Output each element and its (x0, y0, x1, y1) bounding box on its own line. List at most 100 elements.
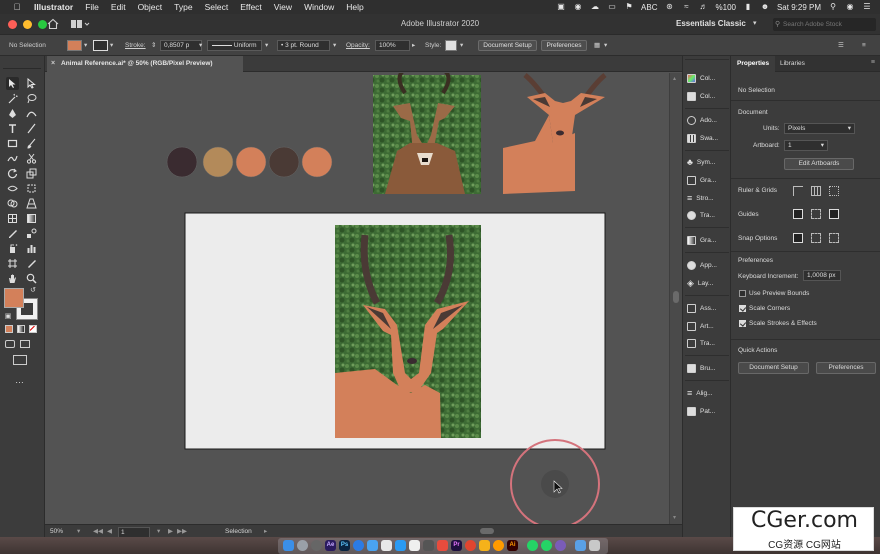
quick-action-document-setup-button[interactable]: Document Setup (738, 362, 809, 374)
after-effects-app-icon[interactable]: Ae (325, 540, 336, 551)
keyboard-increment-input[interactable]: 1,0008 px (803, 270, 841, 281)
zoom-tool-icon[interactable] (25, 272, 38, 285)
free-transform-tool-icon[interactable] (25, 182, 38, 195)
photos-app-icon[interactable] (409, 540, 420, 551)
change-screen-mode-icon[interactable] (13, 355, 27, 365)
chevron-down-icon[interactable]: ▾ (753, 19, 757, 27)
eyedropper-tool-icon[interactable] (6, 227, 19, 240)
scale-corners-checkbox[interactable]: Scale Corners (739, 305, 790, 312)
reference-photo[interactable] (373, 73, 481, 194)
variable-width-profile[interactable]: Uniform (207, 40, 262, 51)
downloads-folder-icon[interactable] (575, 540, 586, 551)
snap-to-point-icon[interactable] (793, 233, 803, 243)
show-guides-icon[interactable] (793, 209, 803, 219)
volume-icon[interactable]: ♬ (699, 3, 709, 11)
panel-adobe-color[interactable]: Ado... (687, 113, 717, 127)
chevron-down-icon[interactable]: ▾ (460, 40, 463, 51)
document-setup-button[interactable]: Document Setup (478, 40, 537, 51)
palette-swatch[interactable] (235, 146, 267, 178)
gradient-mode-icon[interactable] (17, 325, 25, 333)
column-graph-tool-icon[interactable] (25, 242, 38, 255)
chevron-right-icon[interactable]: ▸ (412, 40, 415, 51)
menu-view[interactable]: View (268, 2, 298, 12)
panel-align[interactable]: ≡ Alig... (687, 386, 713, 400)
none-mode-icon[interactable] (29, 325, 37, 333)
brush-definition[interactable]: • 3 pt. Round (277, 40, 330, 51)
panel-pathfinder[interactable]: Pat... (687, 404, 715, 418)
safari-app-icon[interactable] (353, 540, 364, 551)
draw-mode-icon[interactable] (5, 340, 15, 348)
chevron-down-icon[interactable]: ▾ (199, 40, 202, 51)
menu-type[interactable]: Type (168, 2, 198, 12)
mesh-tool-icon[interactable] (6, 212, 19, 225)
artboard-tool-icon[interactable] (6, 257, 19, 270)
minimize-window-button[interactable] (23, 20, 32, 29)
workspace-switcher[interactable]: Essentials Classic (676, 19, 746, 28)
panel-graphic-styles[interactable]: Gra... (687, 173, 716, 187)
next-artboard-icon[interactable]: ▶ (168, 527, 173, 536)
opacity-label[interactable]: Opacity: (346, 40, 370, 51)
control-panel-settings-icon[interactable]: ☰ (838, 40, 844, 51)
tab-properties[interactable]: Properties (731, 56, 776, 72)
menu-edit[interactable]: Edit (105, 2, 132, 12)
preferences-button[interactable]: Preferences (541, 40, 587, 51)
swap-fill-stroke-icon[interactable]: ↺ (28, 285, 38, 295)
lock-guides-icon[interactable] (811, 209, 821, 219)
creative-cloud-icon[interactable]: ☁ (590, 3, 600, 11)
graphic-style-swatch[interactable] (445, 40, 457, 51)
line-segment-tool-icon[interactable] (25, 122, 38, 135)
whatsapp-app-icon[interactable] (527, 540, 538, 551)
siri-icon[interactable]: ◉ (845, 3, 855, 11)
panel-asset-export[interactable]: Ass... (687, 301, 716, 315)
vector-impala-sketch[interactable] (503, 73, 607, 194)
color-mode-icon[interactable] (5, 325, 13, 333)
panel-artboards[interactable]: Art... (687, 319, 714, 333)
stroke-label[interactable]: Stroke: (125, 40, 146, 51)
opacity-input[interactable]: 100% (375, 40, 410, 51)
control-panel-menu-icon[interactable]: ≡ (862, 40, 866, 51)
app-icon[interactable] (479, 540, 490, 551)
panel-symbols[interactable]: ♣ Sym... (687, 155, 715, 169)
panel-color[interactable]: Col... (687, 71, 715, 85)
chevron-down-icon[interactable]: ▾ (333, 40, 336, 51)
vertical-scrollbar[interactable]: ▴ ▾ (669, 73, 682, 524)
panel-grip[interactable] (3, 59, 41, 69)
panel-menu-icon[interactable]: ≡ (871, 59, 875, 66)
direct-selection-tool-icon[interactable] (25, 77, 38, 90)
chevron-down-icon[interactable]: ▾ (265, 40, 268, 51)
app-icon[interactable] (493, 540, 504, 551)
spotlight-search-icon[interactable]: ⚲ (828, 3, 838, 11)
smart-guides-icon[interactable] (829, 209, 839, 219)
gradient-tool-icon[interactable] (25, 212, 38, 225)
artboard-select[interactable]: 1 ▾ (784, 140, 828, 151)
slice-tool-icon[interactable] (25, 257, 38, 270)
input-source-label[interactable]: ABC (641, 3, 657, 12)
bluetooth-icon[interactable]: ⊛ (665, 3, 675, 11)
snap-to-grid-icon[interactable] (811, 233, 821, 243)
status-menu-icon[interactable]: ▸ (264, 527, 267, 536)
premiere-app-icon[interactable]: Pr (451, 540, 462, 551)
scroll-down-icon[interactable]: ▾ (673, 514, 676, 521)
blend-tool-icon[interactable] (25, 227, 38, 240)
rectangle-tool-icon[interactable] (6, 137, 19, 150)
app-store-app-icon[interactable] (395, 540, 406, 551)
hand-tool-icon[interactable] (6, 272, 19, 285)
tab-libraries[interactable]: Libraries (774, 56, 811, 72)
apple-menu-icon[interactable]:  (10, 2, 24, 12)
grid-icon[interactable] (811, 186, 821, 196)
chevron-down-icon[interactable]: ▾ (604, 40, 607, 51)
shaper-tool-icon[interactable] (6, 152, 19, 165)
menu-file[interactable]: File (79, 2, 105, 12)
chevron-down-icon[interactable]: ▾ (77, 527, 80, 536)
stroke-weight-input[interactable]: 0,8507 p (160, 40, 202, 51)
panel-swatches[interactable]: Swa... (687, 131, 718, 145)
close-icon[interactable]: × (51, 56, 55, 72)
photoshop-app-icon[interactable]: Ps (339, 540, 350, 551)
screen-record-icon[interactable]: ▣ (556, 3, 566, 11)
lasso-tool-icon[interactable] (25, 92, 38, 105)
notification-center-icon[interactable]: ☰ (862, 3, 872, 11)
close-window-button[interactable] (8, 20, 17, 29)
display-icon[interactable]: ▭ (607, 3, 617, 11)
panel-color-guide[interactable]: Col... (687, 89, 715, 103)
horizontal-scrollbar-thumb[interactable] (480, 528, 494, 534)
